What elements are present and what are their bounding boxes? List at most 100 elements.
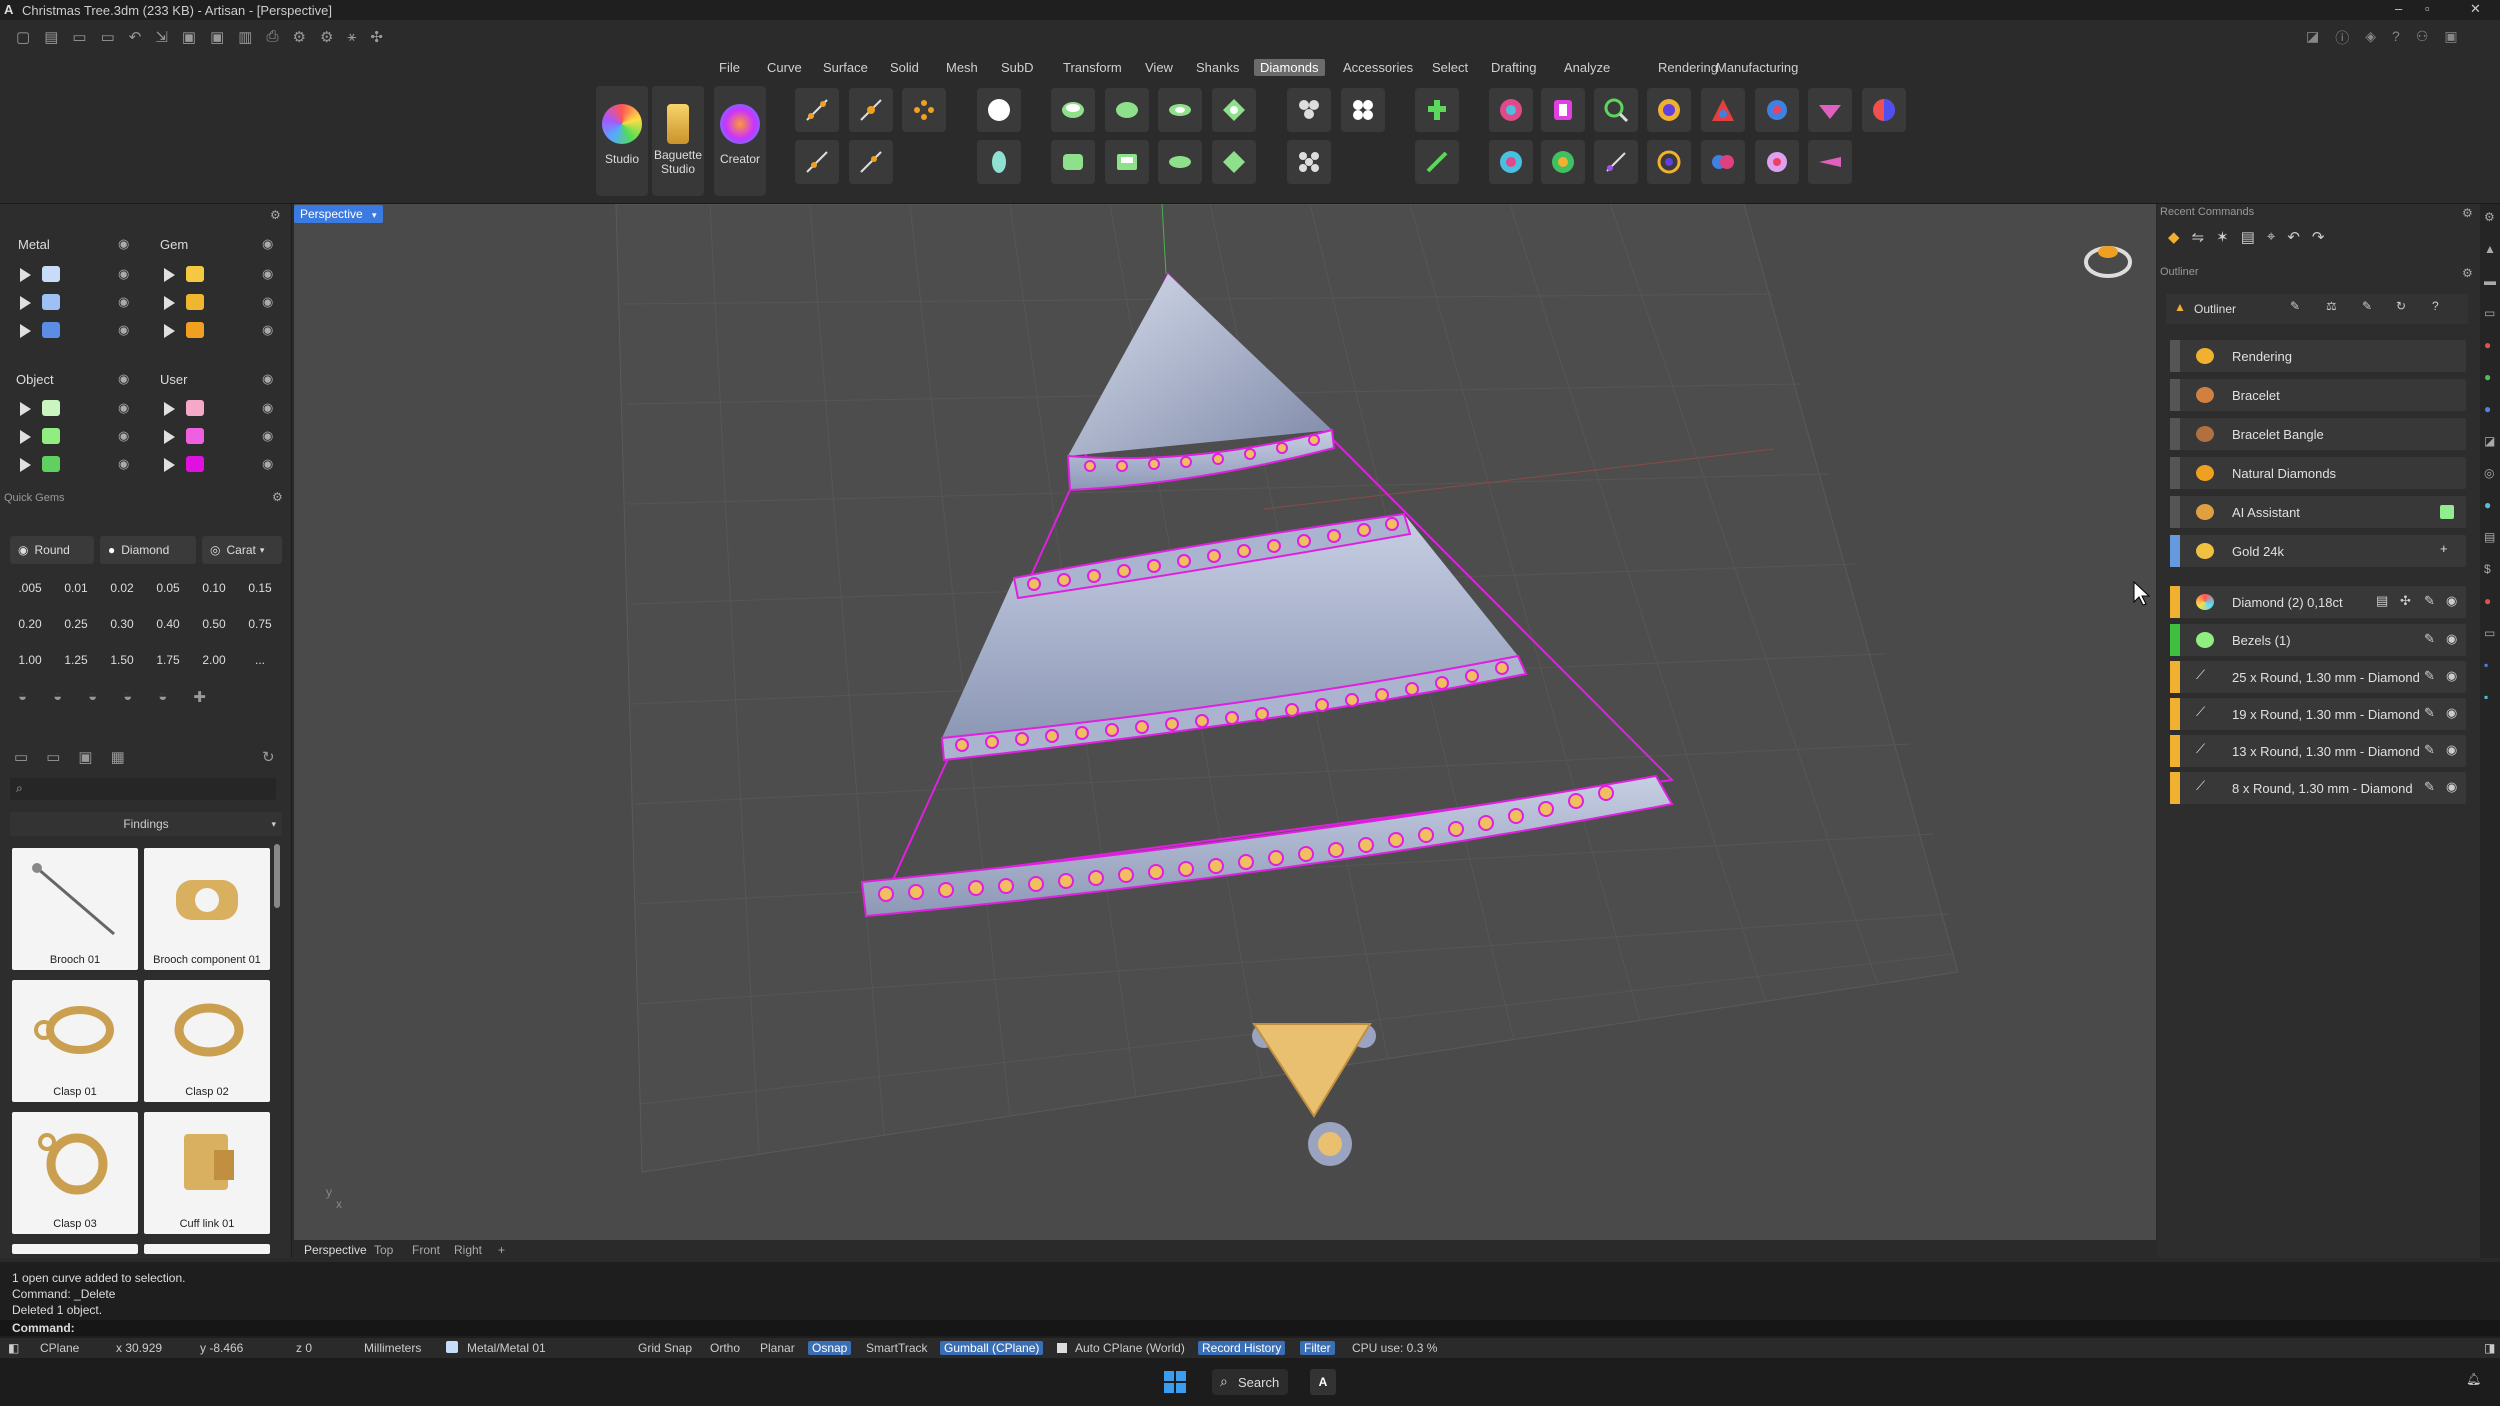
windows-start-icon[interactable] [1164,1371,1186,1393]
cutter-2-button[interactable] [1212,140,1256,184]
tools-icon[interactable]: ✣ [370,28,383,46]
gem-size-button[interactable]: 0.30 [102,610,142,638]
record-history-toggle[interactable]: Record History [1198,1341,1286,1355]
grid-icon[interactable]: ⚹ [347,28,356,46]
status-cplane[interactable]: CPlane [40,1341,79,1355]
bezel-2-button[interactable] [1051,140,1095,184]
model-canvas[interactable]: y x [294,203,2156,1240]
menu-mesh[interactable]: Mesh [940,59,984,76]
side-tool-icon[interactable]: ● [2484,594,2496,608]
open-recent-icon[interactable]: ▭ [101,28,115,46]
info-icon[interactable]: ⓘ [2335,28,2349,48]
auto-cplane-checkbox[interactable] [1057,1343,1067,1353]
outliner-object-gem-row[interactable]: ⟋ 8 x Round, 1.30 mm - Diamond ✎ ◉ [2170,772,2466,804]
outliner-object-gem-row[interactable]: ⟋ 13 x Round, 1.30 mm - Diamond ✎ ◉ [2170,735,2466,767]
pendant-bezel-diamond[interactable] [1252,1023,1376,1166]
eye-icon[interactable]: ◉ [118,266,129,282]
ortho-toggle[interactable]: Ortho [710,1341,740,1355]
side-tool-icon[interactable]: ● [2484,370,2496,384]
menu-manufacturing[interactable]: Manufacturing [1710,59,1804,76]
edit-icon[interactable]: ✎ [2424,779,2435,795]
side-tool-icon[interactable]: ▪ [2484,690,2496,704]
side-tool-icon[interactable]: ● [2484,498,2496,512]
eye-icon[interactable]: ◉ [118,456,129,472]
gem-path-button[interactable] [849,88,893,132]
library-grid-icon[interactable]: ▦ [111,748,125,766]
eye-icon[interactable]: ◉ [2446,668,2457,684]
library-refresh-icon[interactable]: ↻ [262,748,275,766]
color-swatch[interactable] [42,400,60,416]
panel-toggle-icon[interactable]: ◨ [2484,1341,2495,1355]
import-icon[interactable]: ⇲ [155,28,168,46]
new-template-icon[interactable]: ▤ [44,28,58,46]
gem-color-button[interactable] [1541,140,1585,184]
outliner-material-ai-assistant[interactable]: AI Assistant [2170,496,2466,528]
outliner-material-natural-diamonds[interactable]: Natural Diamonds [2170,457,2466,489]
gem-report-button[interactable] [1489,88,1533,132]
findings-category-dropdown[interactable]: Findings ▾ [10,812,282,836]
user-layer-row[interactable]: ◉ [164,454,294,476]
side-tool-icon[interactable]: ▭ [2484,626,2496,640]
gem-material-diamond-button[interactable]: ● Diamond [100,536,196,564]
gem-swap-button[interactable] [1489,140,1533,184]
minimize-icon[interactable]: – [2395,1,2402,16]
filter-toggle[interactable]: Filter [1300,1341,1335,1355]
viewport-icon[interactable]: ◪ [2306,28,2319,48]
gem-size-button[interactable]: 0.15 [240,574,280,602]
gem-size-button[interactable]: 0.10 [194,574,234,602]
eye-icon[interactable]: ◉ [2446,631,2457,647]
menu-view[interactable]: View [1139,59,1179,76]
maximize-icon[interactable]: ▫ [2425,1,2430,16]
recent-command-icon[interactable]: ⇋ [2192,228,2205,246]
outliner-object-gem-row[interactable]: ⟋ 19 x Round, 1.30 mm - Diamond ✎ ◉ [2170,698,2466,730]
side-tool-icon[interactable]: ▬ [2484,274,2496,288]
save-icon[interactable]: ▣ [182,28,196,46]
gem-row-button[interactable] [795,140,839,184]
play-icon[interactable] [164,324,175,338]
object-visibility-icon[interactable]: ◉ [118,371,129,387]
gem-cut-pear-icon[interactable]: ◒ [123,688,132,706]
object-layer-row[interactable]: ◉ [20,454,150,476]
print-icon[interactable]: ⎙ [266,28,278,46]
gem-layer-row[interactable]: ◉ [164,292,294,314]
gem-size-button[interactable]: 0.05 [148,574,188,602]
eye-icon[interactable]: ◉ [2446,779,2457,795]
gem-size-button[interactable]: 0.25 [56,610,96,638]
bezel-4-button[interactable] [1158,140,1202,184]
baguette-studio-button[interactable]: Baguette Studio [652,86,704,196]
object-layer-row[interactable]: ◉ [20,426,150,448]
gem-material-button[interactable] [1541,88,1585,132]
findings-search-input[interactable]: ⌕ [10,778,276,800]
recent-command-icon[interactable]: ▤ [2241,228,2255,246]
finding-thumbnail[interactable]: Cuff link 01 [144,1112,270,1234]
menu-select[interactable]: Select [1426,59,1474,76]
open-folder-icon[interactable]: ▭ [72,28,86,46]
side-tool-icon[interactable]: $ [2484,562,2496,576]
balance-icon[interactable]: ⚖ [2326,299,2337,313]
outliner-material-gold-24k[interactable]: Gold 24k + [2170,535,2466,567]
pave-grid-button[interactable] [1287,140,1331,184]
add-icon[interactable]: + [2440,541,2448,556]
prong-head-button[interactable] [1415,88,1459,132]
menu-curve[interactable]: Curve [761,59,808,76]
color-swatch[interactable] [186,428,204,444]
menu-transform[interactable]: Transform [1057,59,1128,76]
color-swatch[interactable] [42,266,60,282]
gem-size-button[interactable]: 0.40 [148,610,188,638]
color-swatch[interactable] [186,456,204,472]
brush-icon[interactable]: ✎ [2290,299,2300,313]
finding-thumbnail[interactable]: Clasp 02 [144,980,270,1102]
finding-thumbnail[interactable] [144,1244,270,1254]
prong-button[interactable] [1158,88,1202,132]
findings-scrollbar[interactable] [274,844,280,908]
gem-size-button[interactable]: 1.75 [148,646,188,674]
tab-perspective[interactable]: Perspective [304,1243,367,1257]
eye-icon[interactable]: ◉ [118,322,129,338]
gem-size-button[interactable]: ... [240,646,280,674]
gem-size-button[interactable]: .005 [10,574,50,602]
add-tab-button[interactable]: + [498,1243,505,1257]
gem-split-button[interactable] [1701,140,1745,184]
menu-drafting[interactable]: Drafting [1485,59,1543,76]
gem-size-button[interactable]: 0.02 [102,574,142,602]
menu-analyze[interactable]: Analyze [1558,59,1616,76]
